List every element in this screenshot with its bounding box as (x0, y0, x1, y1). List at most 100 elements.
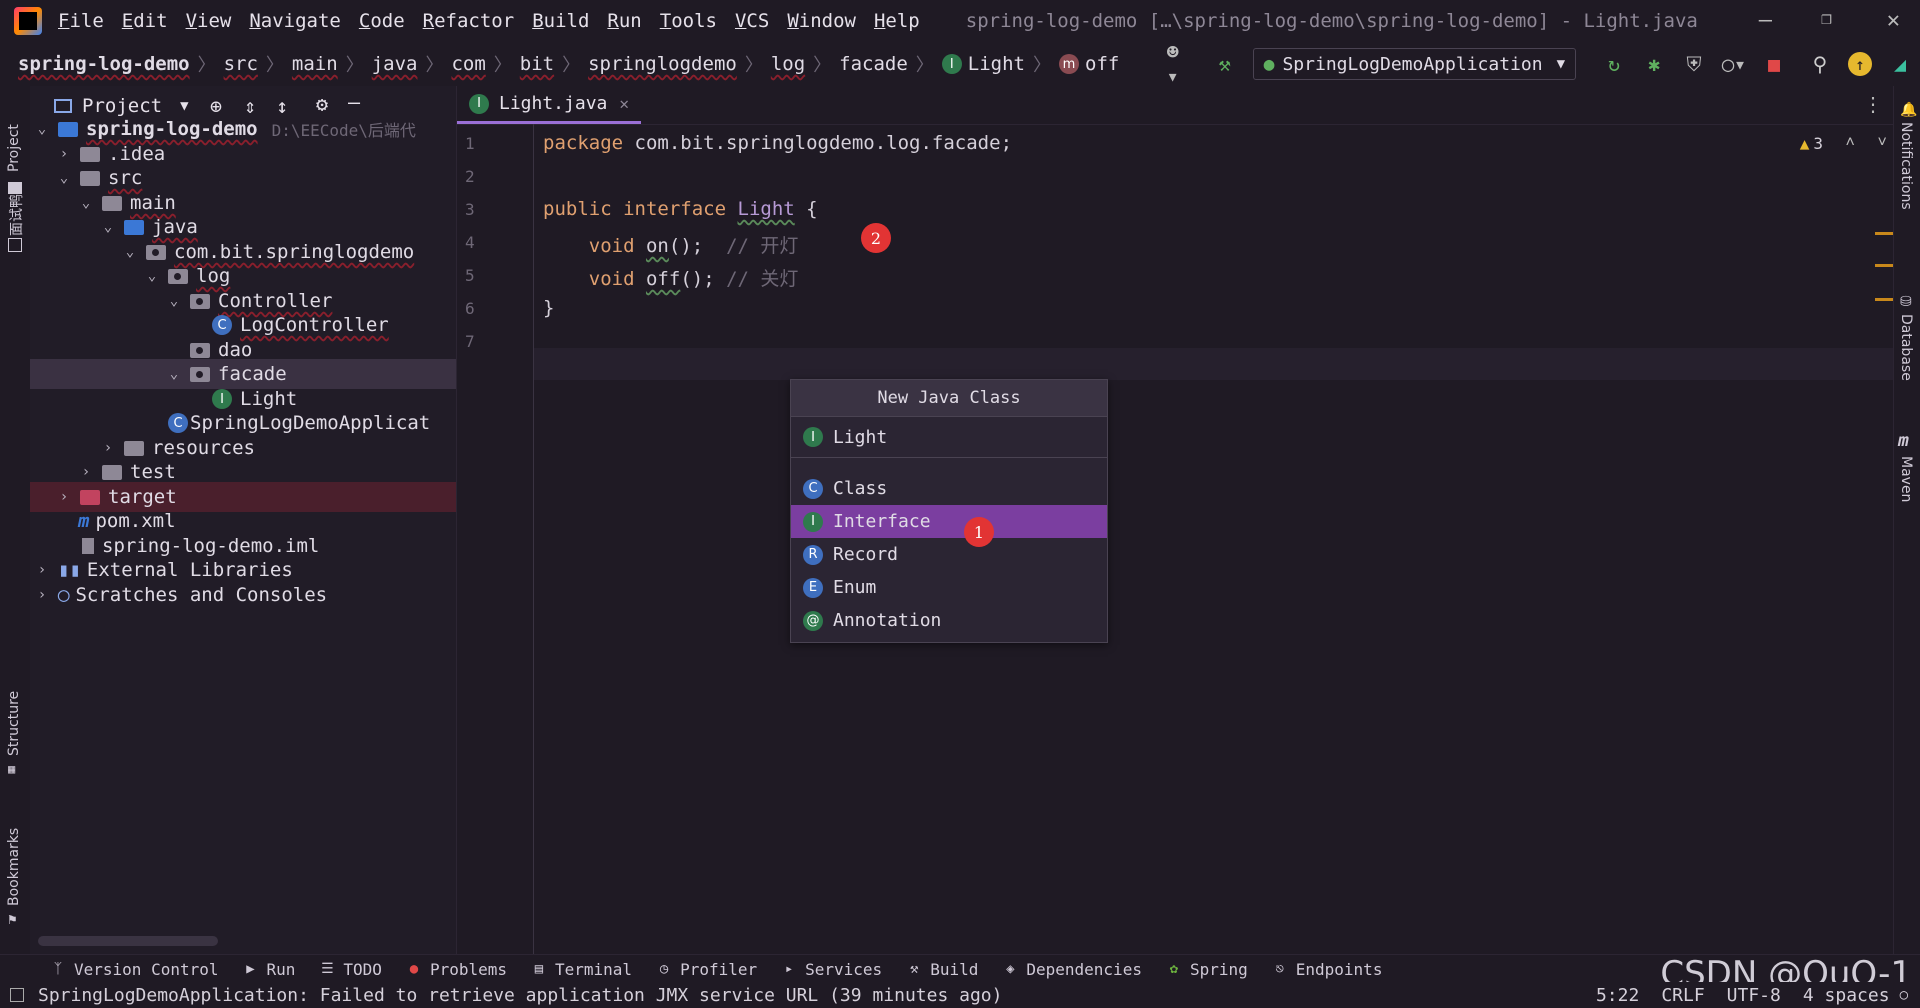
lock-icon[interactable]: ○ (1900, 987, 1908, 1003)
menu-tools[interactable]: Tools (660, 10, 717, 32)
chevron-down-icon[interactable]: ⌄ (100, 219, 116, 235)
user-icon[interactable]: ☻▾ (1167, 40, 1191, 88)
warning-stripe[interactable] (1875, 298, 1893, 301)
notifications-tool-tab[interactable]: Notifications (1898, 122, 1914, 210)
chevron-right-icon[interactable]: › (34, 587, 50, 603)
warning-stripe[interactable] (1875, 232, 1893, 235)
horizontal-scrollbar[interactable] (38, 936, 218, 946)
structure-tool-tab[interactable]: Structure (6, 691, 22, 756)
menu-file[interactable]: File (58, 10, 104, 32)
toggle-tool-windows-icon[interactable] (10, 988, 24, 1002)
breadcrumb-log[interactable]: log (771, 53, 805, 75)
chevron-down-icon[interactable]: ⌄ (166, 293, 182, 309)
more-options-icon[interactable]: ⋮ (1863, 92, 1883, 116)
debug-icon[interactable]: ✱ (1642, 52, 1666, 76)
intellij-logo-icon[interactable] (14, 7, 42, 35)
menu-build[interactable]: Build (532, 10, 589, 32)
menu-edit[interactable]: Edit (122, 10, 168, 32)
database-tool-tab[interactable]: Database (1898, 314, 1914, 381)
restore-icon[interactable]: ❐ (1821, 8, 1832, 29)
tab-version-control[interactable]: ᛉ Version Control (50, 960, 219, 979)
minimize-icon[interactable]: — (1759, 8, 1772, 33)
option-enum[interactable]: E Enum (791, 571, 1107, 604)
warning-stripe[interactable] (1875, 264, 1893, 267)
code-line-1[interactable]: package com.bit.springlogdemo.log.facade… (543, 132, 1012, 154)
project-tool-tab[interactable]: Project (6, 124, 22, 172)
breadcrumb-com[interactable]: com (451, 53, 485, 75)
breadcrumb-springlogdemo[interactable]: springlogdemo (588, 53, 737, 75)
chevron-down-icon[interactable]: ⌄ (34, 121, 50, 137)
chevron-right-icon[interactable]: › (78, 464, 94, 480)
bookmarks-tool-tab[interactable]: Bookmarks (6, 828, 22, 906)
chevron-down-icon[interactable]: ⌄ (78, 195, 94, 211)
breadcrumb-facade[interactable]: facade (839, 53, 908, 75)
breadcrumb-class[interactable]: Light (968, 53, 1025, 75)
close-tab-icon[interactable]: ✕ (619, 94, 629, 113)
chevron-down-icon[interactable]: ▼ (180, 98, 188, 114)
code-line-4[interactable]: void on(); // 开灯 (543, 231, 799, 258)
menu-refactor[interactable]: Refactor (423, 10, 515, 32)
indent-setting[interactable]: 4 spaces (1803, 985, 1890, 1006)
previous-highlight-icon[interactable]: ˄ (1845, 132, 1855, 152)
interview-tool-tab[interactable]: 面试鸭 (6, 194, 26, 236)
caret-position[interactable]: 5:22 (1596, 985, 1639, 1006)
search-icon[interactable]: ⚲ (1808, 52, 1832, 76)
tab-services[interactable]: ▸ Services (781, 960, 882, 979)
menu-run[interactable]: Run (607, 10, 641, 32)
tab-profiler[interactable]: ◷ Profiler (656, 960, 757, 979)
option-annotation[interactable]: @ Annotation (791, 604, 1107, 637)
option-class[interactable]: C Class (791, 472, 1107, 505)
code-line-6[interactable]: } (543, 297, 554, 319)
breadcrumb-src[interactable]: src (224, 53, 258, 75)
option-record[interactable]: R Record (791, 538, 1107, 571)
run-configuration-select[interactable]: ● SpringLogDemoApplication ▼ (1252, 48, 1576, 80)
coverage-icon[interactable]: ⛨ (1682, 52, 1706, 76)
tree-item-scratches[interactable]: › ◯ Scratches and Consoles (30, 580, 456, 610)
next-highlight-icon[interactable]: ˅ (1877, 132, 1887, 152)
code-line-3[interactable]: public interface Light { (543, 198, 818, 220)
tab-problems[interactable]: ● Problems (406, 960, 507, 979)
tab-light-java[interactable]: I Light.java ✕ (457, 86, 642, 124)
menu-view[interactable]: View (186, 10, 232, 32)
code-line-5[interactable]: void off(); // 关灯 (543, 264, 799, 291)
tab-spring[interactable]: ✿ Spring (1166, 960, 1248, 979)
plugin-logo-icon[interactable]: ◢ (1888, 52, 1912, 76)
chevron-down-icon[interactable]: ⌄ (144, 268, 160, 284)
breadcrumb-bit[interactable]: bit (520, 53, 554, 75)
menu-code[interactable]: Code (359, 10, 405, 32)
tab-terminal[interactable]: ▤ Terminal (531, 960, 632, 979)
stop-icon[interactable]: ■ (1762, 52, 1786, 76)
inspection-widget[interactable]: ▲ 3 (1800, 134, 1823, 153)
breadcrumb-project[interactable]: spring-log-demo (18, 53, 190, 75)
tab-dependencies[interactable]: ◈ Dependencies (1002, 960, 1142, 979)
tab-run[interactable]: ▶ Run (243, 960, 295, 979)
chevron-down-icon[interactable]: ⌄ (122, 244, 138, 260)
chevron-right-icon[interactable]: › (100, 440, 116, 456)
maven-tool-tab[interactable]: Maven (1898, 456, 1914, 502)
chevron-down-icon[interactable]: ⌄ (56, 170, 72, 186)
chevron-down-icon[interactable]: ⌄ (166, 366, 182, 382)
hammer-build-icon[interactable]: ⚒ (1213, 52, 1237, 76)
menu-help[interactable]: Help (874, 10, 920, 32)
chevron-right-icon[interactable]: › (34, 562, 50, 578)
menu-vcs[interactable]: VCS (735, 10, 769, 32)
tab-todo[interactable]: ☰ TODO (319, 960, 382, 979)
update-icon[interactable]: ↑ (1848, 52, 1872, 76)
file-encoding[interactable]: UTF-8 (1727, 985, 1781, 1006)
tab-endpoints[interactable]: ⎋ Endpoints (1272, 960, 1383, 979)
rerun-icon[interactable]: ↻ (1602, 52, 1626, 76)
hide-panel-icon[interactable]: — (348, 90, 360, 114)
status-message[interactable]: SpringLogDemoApplication: Failed to retr… (38, 985, 1003, 1006)
line-separator[interactable]: CRLF (1661, 985, 1704, 1006)
tab-build[interactable]: ⚒ Build (906, 960, 978, 979)
profile-icon[interactable]: ◯▾ (1722, 52, 1746, 76)
option-interface[interactable]: I Interface (791, 505, 1107, 538)
chevron-right-icon[interactable]: › (56, 146, 72, 162)
close-window-icon[interactable]: ✕ (1887, 8, 1900, 33)
class-name-input[interactable]: I Light (791, 417, 1107, 458)
menu-window[interactable]: Window (787, 10, 856, 32)
breadcrumb-java[interactable]: java (372, 53, 418, 75)
chevron-right-icon[interactable]: › (56, 489, 72, 505)
breadcrumb-method[interactable]: off (1085, 53, 1119, 75)
breadcrumb-main[interactable]: main (292, 53, 338, 75)
